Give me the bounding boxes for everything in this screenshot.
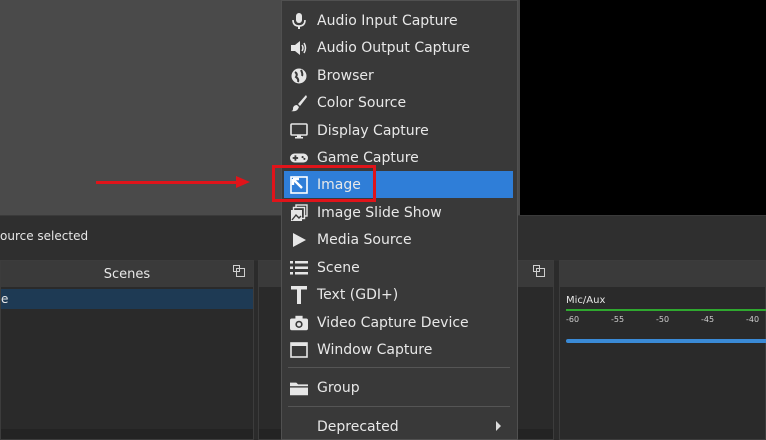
menu-item-display-capture[interactable]: Display Capture <box>284 117 513 144</box>
menu-item-text-gdi[interactable]: Text (GDI+) <box>284 281 513 308</box>
menu-item-label: Game Capture <box>317 149 419 166</box>
menu-item-label: Image Slide Show <box>317 204 442 221</box>
play-icon <box>290 231 308 249</box>
camera-icon <box>290 314 308 332</box>
scenes-panel-title: Scenes <box>103 266 151 282</box>
menu-item-label: Deprecated <box>317 418 399 435</box>
speaker-icon <box>290 39 308 57</box>
menu-item-label: Color Source <box>317 94 407 111</box>
audio-mixer-panel: Mic/Aux -60 -55 -50 -45 -40 <box>559 260 766 440</box>
status-text: ource selected <box>0 229 89 243</box>
slideshow-icon <box>290 203 308 222</box>
list-icon <box>290 259 308 277</box>
menu-item-label: Audio Input Capture <box>317 12 458 29</box>
meter-scale-label: -60 <box>566 315 580 324</box>
monitor-icon <box>290 122 308 140</box>
menu-item-audio-input-capture[interactable]: Audio Input Capture <box>284 7 513 34</box>
menu-item-browser[interactable]: Browser <box>284 62 513 89</box>
menu-item-window-capture[interactable]: Window Capture <box>284 336 513 363</box>
add-source-context-menu: Audio Input Capture Audio Output Capture… <box>281 0 518 440</box>
menu-item-label: Browser <box>317 67 374 84</box>
paintbrush-icon <box>290 94 308 112</box>
globe-icon <box>290 67 308 85</box>
meter-scale-label: -45 <box>701 315 715 324</box>
microphone-icon <box>290 12 308 30</box>
undock-icon[interactable] <box>533 265 545 277</box>
menu-item-label: Scene <box>317 259 360 276</box>
meter-scale-label: -40 <box>746 315 760 324</box>
menu-item-group[interactable]: Group <box>284 374 513 401</box>
meter-scale-label: -50 <box>656 315 670 324</box>
menu-item-label: Media Source <box>317 231 412 248</box>
menu-item-label: Window Capture <box>317 341 433 358</box>
submenu-arrow-icon <box>496 421 501 431</box>
undock-icon[interactable] <box>233 265 245 277</box>
window-icon <box>290 341 308 359</box>
text-icon <box>290 285 308 304</box>
menu-separator <box>288 367 510 368</box>
meter-scale: -60 -55 -50 -45 -40 <box>566 315 766 327</box>
menu-item-deprecated[interactable]: Deprecated <box>284 413 513 440</box>
menu-item-label: Group <box>317 379 360 396</box>
menu-item-label: Audio Output Capture <box>317 39 470 56</box>
menu-item-audio-output-capture[interactable]: Audio Output Capture <box>284 34 513 61</box>
volume-slider[interactable] <box>566 339 766 343</box>
annotation-arrow-shaft <box>96 181 238 184</box>
blank-icon <box>290 418 308 436</box>
scenes-panel: Scenes e <box>0 260 254 440</box>
menu-item-label: Display Capture <box>317 122 429 139</box>
menu-item-label: Video Capture Device <box>317 314 469 331</box>
menu-item-label: Text (GDI+) <box>317 286 399 303</box>
menu-item-color-source[interactable]: Color Source <box>284 89 513 116</box>
menu-item-scene[interactable]: Scene <box>284 254 513 281</box>
menu-item-video-capture-device[interactable]: Video Capture Device <box>284 309 513 336</box>
scene-list-item[interactable]: e <box>1 289 253 309</box>
mixer-panel-header <box>560 261 765 287</box>
folder-icon <box>290 379 308 397</box>
annotation-arrow-icon <box>236 176 250 188</box>
menu-item-image-slide-show[interactable]: Image Slide Show <box>284 199 513 226</box>
meter-scale-label: -55 <box>611 315 625 324</box>
scenes-panel-header: Scenes <box>1 261 253 287</box>
menu-separator <box>288 406 510 407</box>
menu-item-media-source[interactable]: Media Source <box>284 226 513 253</box>
mixer-track-label: Mic/Aux <box>566 295 606 306</box>
scenes-toolbar <box>1 429 253 439</box>
annotation-highlight-box <box>272 165 376 202</box>
gamepad-icon <box>290 149 308 167</box>
